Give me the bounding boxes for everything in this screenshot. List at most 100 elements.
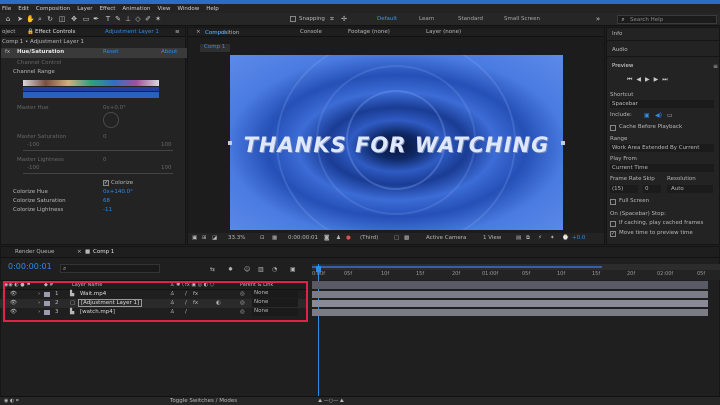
workspace-default[interactable]: Default <box>377 16 397 22</box>
about-link[interactable]: About <box>161 49 177 55</box>
next-frame-icon[interactable]: ▶ <box>654 76 663 83</box>
full-screen-checkbox[interactable] <box>610 199 616 205</box>
toggle-icon[interactable]: ▤ <box>516 235 521 241</box>
workspace-small-screen[interactable]: Small Screen <box>504 16 540 22</box>
camera-select[interactable]: Active Camera <box>426 235 466 241</box>
snapshot-camera-icon[interactable]: ◙ <box>324 235 329 241</box>
comp-sub-tab[interactable]: Comp 1 <box>200 44 230 52</box>
colorize-checkbox[interactable]: ✓ <box>103 180 109 186</box>
mask-visibility-icon[interactable]: ◪ <box>212 235 217 241</box>
comp-flowchart-icon[interactable]: ⧉ <box>526 235 530 242</box>
prev-frame-icon[interactable]: ◀ <box>636 76 645 83</box>
hand-tool-icon[interactable]: ✋ <box>26 15 35 23</box>
project-tab[interactable]: oject <box>2 29 15 35</box>
playhead-handle[interactable] <box>316 266 321 272</box>
tab-layer[interactable]: Layer (none) <box>426 29 461 35</box>
play-from-select[interactable]: Current Time <box>610 164 714 172</box>
first-frame-icon[interactable]: ⏮ <box>627 76 636 83</box>
home-icon[interactable]: ⌂ <box>4 15 12 23</box>
colorize-saturation-value[interactable]: 68 <box>103 198 110 204</box>
layer-handle-right[interactable] <box>561 141 565 145</box>
pan-behind-tool-icon[interactable]: ✥ <box>70 15 78 23</box>
comp-mini-flowchart-icon[interactable]: ⇆ <box>210 266 215 273</box>
layer-handle-left[interactable] <box>228 141 232 145</box>
panel-menu-icon[interactable]: ≡ <box>713 63 718 70</box>
include-overlays-icon[interactable]: ▭ <box>667 112 673 119</box>
graph-editor-icon[interactable]: ▣ <box>290 266 296 273</box>
workspace-overflow-icon[interactable]: » <box>594 15 602 23</box>
master-hue-dial[interactable] <box>103 112 119 128</box>
selection-tool-icon[interactable]: ➤ <box>16 15 24 23</box>
menu-help[interactable]: Help <box>206 6 219 12</box>
camera-tool-icon[interactable]: ◫ <box>58 15 66 23</box>
close-icon[interactable]: × <box>196 29 201 35</box>
render-icon[interactable]: ✦ <box>550 235 555 241</box>
timeline-comp-tab[interactable]: Comp 1 <box>93 249 114 255</box>
tab-footage[interactable]: Footage (none) <box>348 29 390 35</box>
shortcut-select[interactable]: Spacebar <box>610 100 714 108</box>
resolution-select[interactable]: Auto <box>667 185 713 193</box>
menu-animation[interactable]: Animation <box>122 6 150 12</box>
draft-3d-icon[interactable]: ✸ <box>228 266 233 273</box>
zoom-select[interactable]: 33.3% <box>228 235 245 241</box>
lightness-slider[interactable] <box>23 173 173 174</box>
master-lightness-value[interactable]: 0 <box>103 157 107 163</box>
resolution-select[interactable]: (Third) <box>360 235 378 241</box>
menu-window[interactable]: Window <box>178 6 200 12</box>
move-time-checkbox[interactable]: ✓ <box>610 231 616 237</box>
menu-edit[interactable]: Edit <box>18 6 29 12</box>
toggle-switches-modes[interactable]: Toggle Switches / Modes <box>170 398 237 404</box>
last-frame-icon[interactable]: ⏭ <box>662 76 671 83</box>
footer-icons[interactable]: ◉ ◐ ⌗ <box>4 398 19 404</box>
clone-stamp-tool-icon[interactable]: ⊥ <box>124 15 132 23</box>
timeline-search-input[interactable]: ⌕ <box>60 264 160 273</box>
range-select[interactable]: Work Area Extended By Current <box>610 144 714 152</box>
audio-tab[interactable]: Audio <box>612 47 628 53</box>
menu-effect[interactable]: Effect <box>100 6 116 12</box>
work-area-range[interactable] <box>312 266 602 268</box>
play-icon[interactable]: ▶ <box>645 76 654 83</box>
menu-view[interactable]: View <box>157 6 170 12</box>
track-bar[interactable] <box>312 309 708 316</box>
eraser-tool-icon[interactable]: ◇ <box>134 15 142 23</box>
show-snapshot-icon[interactable]: ♟ <box>336 235 341 241</box>
menu-layer[interactable]: Layer <box>77 6 92 12</box>
menu-composition[interactable]: Composition <box>36 6 70 12</box>
rectangle-tool-icon[interactable]: ▭ <box>82 15 90 23</box>
rotate-tool-icon[interactable]: ↻ <box>46 15 54 23</box>
lock-icon[interactable]: 🔒 <box>27 29 34 35</box>
effect-name[interactable]: Hue/Saturation <box>17 49 64 55</box>
time-ruler[interactable]: 0:00f 05f 10f 15f 20f 01:00f 05f 10f 15f… <box>312 264 720 280</box>
track-bar[interactable] <box>312 300 708 307</box>
current-time[interactable]: 0:00:00:01 <box>288 235 318 241</box>
pen-tool-icon[interactable]: ✒ <box>92 15 100 23</box>
tab-console[interactable]: Console <box>300 29 322 35</box>
timeline-current-time[interactable]: 0:00:00:01 <box>8 262 52 271</box>
include-audio-icon[interactable]: ◀) <box>655 112 662 119</box>
track-bar[interactable] <box>312 281 708 289</box>
fx-icon[interactable]: fx <box>5 49 10 55</box>
info-tab[interactable]: Info <box>612 31 622 37</box>
search-help-input[interactable]: Search Help <box>617 15 717 24</box>
close-icon[interactable]: × <box>77 249 82 255</box>
colorize-lightness-value[interactable]: -11 <box>103 207 112 213</box>
saturation-slider[interactable] <box>23 150 173 151</box>
zoom-slider[interactable]: ⛰ —○— ⛰ <box>318 398 344 404</box>
menu-file[interactable]: File <box>2 6 11 12</box>
cache-checkbox[interactable] <box>610 125 616 131</box>
composition-viewer[interactable]: THANKS FOR WATCHING <box>230 55 563 230</box>
motion-blur-icon[interactable]: ◔ <box>272 266 277 273</box>
channel-range-bar-top[interactable] <box>23 80 159 86</box>
include-video-icon[interactable]: ▣ <box>644 112 650 119</box>
zoom-tool-icon[interactable]: ⌕ <box>36 15 44 23</box>
effect-controls-target[interactable]: Adjustment Layer 1 <box>105 29 159 35</box>
master-hue-value[interactable]: 0x+0.0° <box>103 105 126 111</box>
track-bar[interactable] <box>312 291 708 298</box>
fit-icon[interactable]: ⊡ <box>260 235 265 241</box>
brush-tool-icon[interactable]: ✎ <box>114 15 122 23</box>
exposure-value[interactable]: +0.0 <box>572 235 585 241</box>
roi-icon[interactable]: ▢ <box>394 235 399 241</box>
thanks-for-watching-text[interactable]: THANKS FOR WATCHING <box>230 133 563 157</box>
roto-brush-tool-icon[interactable]: ✐ <box>144 15 152 23</box>
frame-rate-select[interactable]: (15) <box>610 185 638 193</box>
